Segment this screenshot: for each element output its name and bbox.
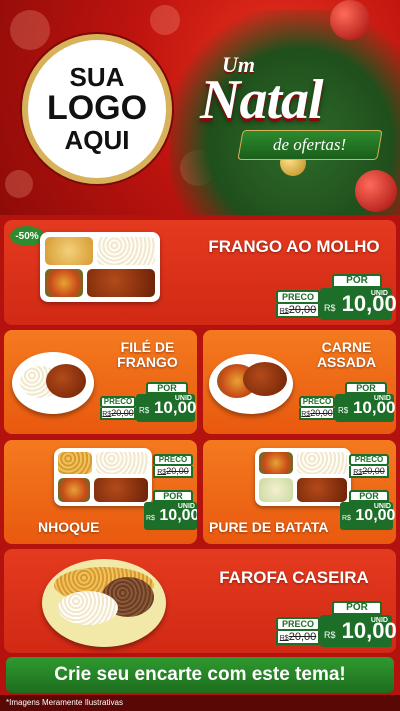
old-price-value: 20,00 — [111, 408, 134, 418]
bokeh-light — [5, 170, 33, 198]
product-name: PURE DE BATATA — [209, 519, 329, 535]
food-compartment — [259, 452, 293, 474]
unit-label: UNID — [174, 395, 192, 402]
current-price: R$ 10,00 UNID — [320, 288, 396, 320]
food-plate-image — [12, 352, 94, 414]
current-price: R$ 10,00 UNID — [144, 502, 197, 530]
food-portion — [46, 364, 86, 398]
title-ofertas: de ofertas! — [273, 135, 347, 154]
food-bowl-image — [42, 559, 166, 647]
product-name-line-2: ASSADA — [316, 354, 377, 371]
food-bowl-image — [209, 354, 293, 414]
currency: R$ — [324, 303, 336, 313]
food-compartment — [58, 478, 90, 502]
old-price: R$20,00 — [276, 304, 320, 318]
disclaimer-footer: *Imagens Meramente Ilustrativas — [0, 695, 400, 711]
create-flyer-button[interactable]: Crie seu encarte com este tema! — [6, 657, 394, 693]
current-price: R$ 10,00 UNID — [136, 394, 197, 422]
product-card-frango-ao-molho[interactable]: -50% FRANGO AO MOLHO PRECO R$20,00 POR R… — [4, 220, 396, 325]
price-tag: PRECO R$20,00 POR R$ 10,00 UNID — [100, 382, 197, 422]
old-currency: R$ — [102, 411, 112, 418]
hero-banner: SUA LOGO AQUI Um Natal de ofertas! — [0, 0, 400, 215]
food-compartment — [96, 452, 148, 474]
discount-badge: -50% — [10, 226, 44, 246]
price-label-preco: PRECO — [153, 454, 193, 466]
old-price: R$20,00 — [153, 466, 193, 478]
product-card-nhoque[interactable]: NHOQUE PRECO R$20,00 POR R$ 10,00 UNID — [4, 440, 197, 544]
unit-label: UNID — [370, 617, 388, 624]
product-name: NHOQUE — [38, 519, 100, 535]
product-name: FILÉ DE FRANGO — [100, 339, 195, 371]
old-price-value: 20,00 — [166, 466, 189, 476]
old-price-value: 20,00 — [288, 631, 317, 643]
current-price: R$ 10,00 UNID — [320, 615, 396, 647]
product-card-file-de-frango[interactable]: FILÉ DE FRANGO PRECO R$20,00 POR R$ 10,0… — [4, 330, 197, 434]
food-compartment — [94, 478, 148, 502]
old-price-value: 20,00 — [362, 466, 385, 476]
currency: R$ — [139, 406, 150, 415]
price-tag: PRECO R$20,00 POR R$ 10,00 UNID — [299, 382, 396, 422]
food-compartment — [87, 269, 155, 297]
title-ribbon: de ofertas! — [237, 130, 383, 160]
logo-line-2: LOGO — [46, 89, 148, 128]
product-name: FRANGO AO MOLHO — [208, 237, 380, 256]
food-compartment — [97, 237, 155, 265]
old-price-value: 20,00 — [310, 408, 333, 418]
current-price: R$ 10,00 UNID — [340, 502, 395, 530]
food-compartment — [45, 237, 93, 265]
ornament-icon — [330, 0, 370, 40]
food-tray-image — [40, 232, 160, 302]
title-natal: Natal — [200, 69, 324, 131]
old-currency: R$ — [279, 308, 289, 315]
currency: R$ — [342, 515, 351, 522]
product-name: FAROFA CASEIRA — [219, 568, 369, 587]
food-portion — [58, 591, 118, 625]
product-card-farofa-caseira[interactable]: FAROFA CASEIRA PRECO R$20,00 POR R$ 10,0… — [4, 549, 396, 653]
price-tag: PRECO R$20,00 POR R$ 10,00 UNID — [276, 274, 396, 320]
product-card-carne-assada[interactable]: CARNE ASSADA PRECO R$20,00 POR R$ 10,00 … — [203, 330, 396, 434]
product-card-pure-de-batata[interactable]: PURE DE BATATA PRECO R$20,00 POR R$ 10,0… — [203, 440, 396, 544]
campaign-title: Um Natal de ofertas! — [200, 50, 390, 180]
price-label-preco: PRECO — [276, 290, 320, 304]
logo-line-3: AQUI — [64, 124, 130, 155]
old-price: R$20,00 — [349, 466, 389, 478]
unit-label: UNID — [373, 395, 391, 402]
unit-label: UNID — [370, 290, 388, 297]
food-compartment — [45, 269, 83, 297]
old-price: R$20,00 — [276, 631, 320, 645]
currency: R$ — [338, 406, 349, 415]
old-price: R$20,00 — [100, 408, 136, 420]
product-name: CARNE ASSADA — [299, 339, 394, 371]
food-tray-image — [255, 448, 351, 506]
old-currency: R$ — [157, 469, 167, 476]
food-tray-image — [54, 448, 152, 506]
food-compartment — [58, 452, 92, 474]
price-label-preco: PRECO — [276, 617, 320, 631]
price-tag: PRECO R$20,00 POR R$ 10,00 UNID — [276, 601, 396, 647]
old-currency: R$ — [301, 411, 311, 418]
bokeh-light — [10, 10, 50, 50]
price-label-preco: PRECO — [299, 396, 335, 408]
unit-label: UNID — [177, 503, 195, 510]
product-name-line-1: FILÉ DE — [120, 339, 175, 355]
price-tag: PRECO R$20,00 POR R$ 10,00 UNID — [340, 454, 395, 538]
unit-label: UNID — [373, 503, 391, 510]
food-compartment — [259, 478, 293, 502]
logo-placeholder: SUA LOGO AQUI — [22, 34, 172, 184]
old-currency: R$ — [353, 469, 363, 476]
currency: R$ — [324, 630, 336, 640]
old-price: R$20,00 — [299, 408, 335, 420]
price-label-preco: PRECO — [349, 454, 389, 466]
product-name-line-2: FRANGO — [117, 354, 178, 371]
price-tag: PRECO R$20,00 POR R$ 10,00 UNID — [144, 454, 197, 538]
current-price: R$ 10,00 UNID — [335, 394, 396, 422]
price-label-preco: PRECO — [100, 396, 136, 408]
logo-line-1: SUA — [69, 61, 125, 92]
old-price-value: 20,00 — [288, 304, 317, 316]
product-name-line-1: CARNE — [321, 339, 372, 355]
old-currency: R$ — [279, 635, 289, 642]
currency: R$ — [146, 515, 155, 522]
food-portion — [243, 362, 287, 396]
